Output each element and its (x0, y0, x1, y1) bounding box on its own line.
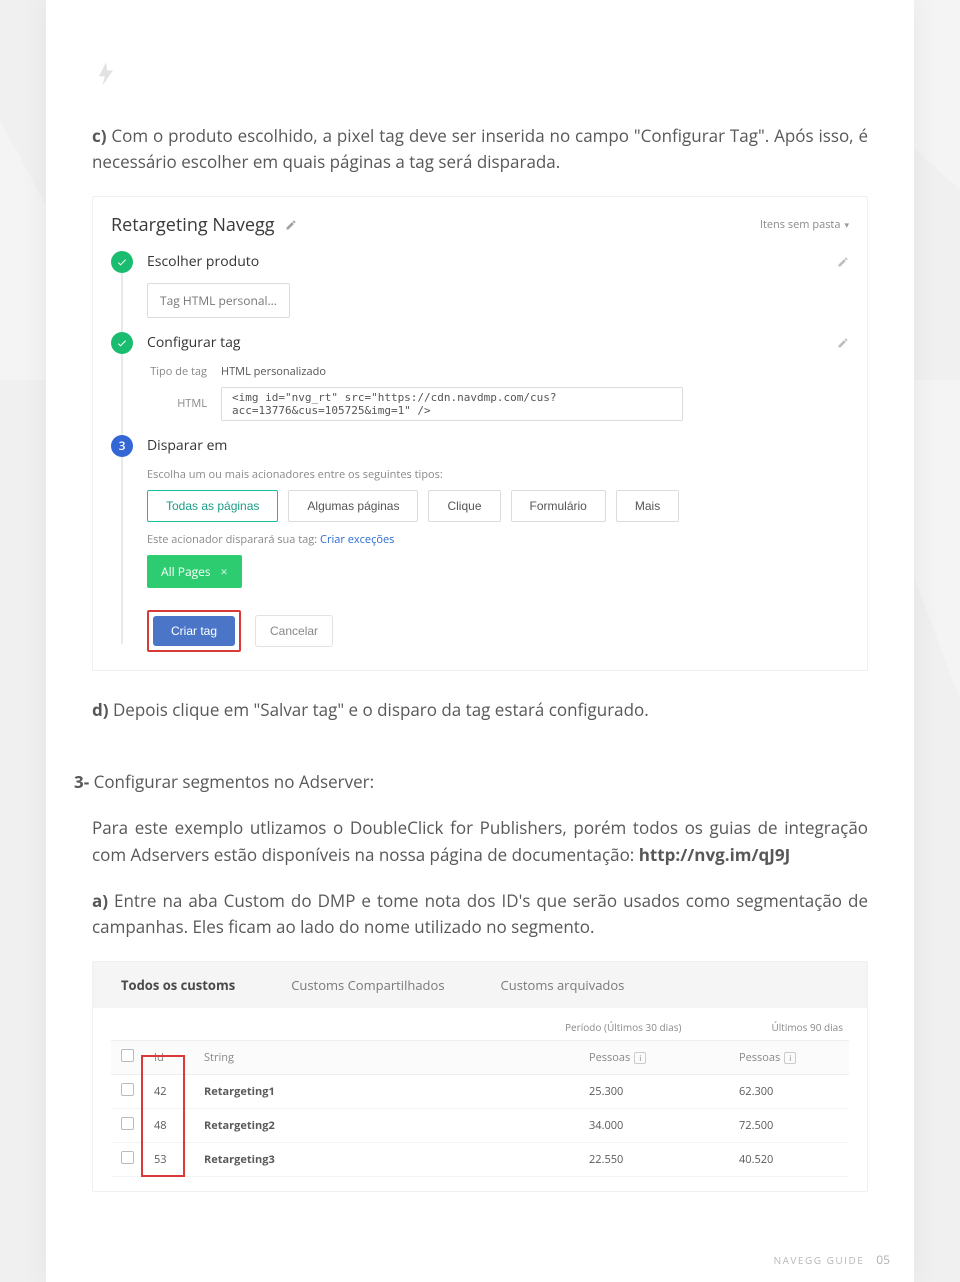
step-number-badge: 3 (111, 435, 133, 457)
paragraph-d: d) Depois clique em "Salvar tag" e o dis… (92, 697, 868, 723)
customs-table: Id String Pessoas i Pessoas i 42 Retargeti… (111, 1040, 849, 1177)
row-checkbox[interactable] (121, 1083, 134, 1096)
bullet-a: a) (92, 889, 108, 912)
select-all-checkbox[interactable] (121, 1049, 134, 1062)
trigger-form[interactable]: Formulário (511, 490, 606, 522)
dmp-tabs: Todos os customs Customs Compartilhados … (93, 962, 867, 1008)
trigger-all-pages[interactable]: Todas as páginas (147, 490, 278, 522)
paragraph-d-text: Depois clique em "Salvar tag" e o dispar… (109, 698, 649, 721)
table-row: 53 Retargeting3 22.550 40.520 (111, 1142, 849, 1176)
product-chip[interactable]: Tag HTML personal… (147, 283, 290, 318)
adservers-url[interactable]: http://nvg.im/qJ9J (639, 843, 791, 866)
pencil-icon[interactable] (837, 337, 849, 349)
all-pages-chip-label: All Pages (161, 563, 211, 580)
bullet-3: 3- (74, 770, 89, 793)
gtm-title: Retargeting Navegg (111, 213, 275, 237)
create-exceptions-link[interactable]: Criar exceções (320, 532, 394, 547)
gtm-title-row: Retargeting Navegg (111, 213, 297, 237)
check-icon (111, 251, 133, 273)
row-checkbox[interactable] (121, 1117, 134, 1130)
html-code-text: <img id="nvg_rt" src="https://cdn.navdmp… (232, 391, 557, 417)
cell-name: Retargeting1 (204, 1084, 275, 1099)
page-number: 05 (876, 1251, 890, 1268)
screenshot-gtm: Retargeting Navegg Itens sem pasta ▾ (92, 196, 868, 671)
html-code-box[interactable]: <img id="nvg_rt" src="https://cdn.navdmp… (221, 387, 683, 421)
period-90: Últimos 90 dias (771, 1020, 843, 1034)
cell-p90: 40.520 (729, 1142, 849, 1176)
th-pessoas-90: Pessoas (739, 1050, 780, 1065)
th-id: Id (154, 1050, 164, 1065)
cancel-button[interactable]: Cancelar (255, 615, 333, 647)
pencil-icon[interactable] (837, 256, 849, 268)
cell-p30: 34.000 (579, 1108, 729, 1142)
th-pessoas-30: Pessoas (589, 1050, 630, 1065)
th-string: String (194, 1040, 579, 1074)
table-row: 42 Retargeting1 25.300 62.300 (111, 1074, 849, 1108)
paragraph-adservers: Para este exemplo utlizamos o DoubleClic… (92, 815, 868, 868)
cell-p30: 22.550 (579, 1142, 729, 1176)
document-page: c) Com o produto escolhido, a pixel tag … (46, 0, 914, 1282)
create-tag-button[interactable]: Criar tag (153, 616, 235, 646)
kv-type-label: Tipo de tag (147, 364, 207, 379)
trigger-click[interactable]: Clique (428, 490, 500, 522)
cell-name: Retargeting3 (204, 1152, 275, 1167)
trigger-some-pages[interactable]: Algumas páginas (288, 490, 418, 522)
tab-archived-customs[interactable]: Customs arquivados (473, 962, 653, 1008)
footer-label: NAVEGG GUIDE (774, 1253, 865, 1267)
info-icon[interactable]: i (784, 1052, 796, 1064)
paragraph-c-text: Com o produto escolhido, a pixel tag dev… (92, 124, 868, 173)
paragraph-a: a) Entre na aba Custom do DMP e tome not… (92, 888, 868, 941)
cell-id: 53 (154, 1152, 167, 1167)
bullet-d: d) (92, 698, 109, 721)
cell-id: 42 (154, 1084, 167, 1099)
step1-title: Escolher produto (147, 252, 259, 271)
kv-html-label: HTML (147, 396, 207, 411)
cell-p90: 72.500 (729, 1108, 849, 1142)
cell-name: Retargeting2 (204, 1118, 275, 1133)
kv-type-value: HTML personalizado (221, 364, 326, 379)
table-row: 48 Retargeting2 34.000 72.500 (111, 1108, 849, 1142)
highlight-create-tag: Criar tag (147, 610, 241, 652)
trigger-more[interactable]: Mais (616, 490, 679, 522)
tab-all-customs[interactable]: Todos os customs (93, 962, 263, 1008)
all-pages-chip[interactable]: All Pages × (147, 555, 242, 588)
bolt-icon (92, 60, 120, 88)
paragraph-step3-text: Configurar segmentos no Adserver: (89, 770, 374, 793)
period-30: Período (Últimos 30 dias) (565, 1020, 681, 1034)
paragraph-step3: 3- Configurar segmentos no Adserver: (74, 769, 868, 795)
step3-help: Escolha um ou mais acionadores entre os … (147, 467, 849, 482)
gtm-breadcrumb-label: Itens sem pasta (760, 217, 841, 232)
pencil-icon[interactable] (285, 219, 297, 231)
cell-id: 48 (154, 1118, 167, 1133)
gtm-breadcrumb[interactable]: Itens sem pasta ▾ (760, 217, 849, 232)
tab-shared-customs[interactable]: Customs Compartilhados (263, 962, 472, 1008)
page-footer: NAVEGG GUIDE 05 (774, 1251, 890, 1268)
row-checkbox[interactable] (121, 1151, 134, 1164)
paragraph-a-text: Entre na aba Custom do DMP e tome nota d… (92, 889, 868, 938)
step3-exception-row: Este acionador disparará sua tag: Criar … (147, 532, 849, 547)
screenshot-dmp: Todos os customs Customs Compartilhados … (92, 961, 868, 1192)
info-icon[interactable]: i (634, 1052, 646, 1064)
step3-sentence: Este acionador disparará sua tag: (147, 532, 320, 547)
step3-title: Disparar em (147, 436, 227, 455)
close-icon[interactable]: × (221, 563, 228, 580)
paragraph-c: c) Com o produto escolhido, a pixel tag … (92, 123, 868, 176)
cell-p90: 62.300 (729, 1074, 849, 1108)
step2-title: Configurar tag (147, 333, 241, 352)
chevron-down-icon: ▾ (844, 218, 849, 231)
cell-p30: 25.300 (579, 1074, 729, 1108)
check-icon (111, 332, 133, 354)
bullet-c: c) (92, 124, 107, 147)
